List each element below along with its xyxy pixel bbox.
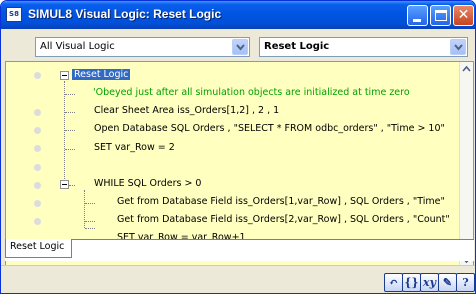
scope-select-value: All Visual Logic [40, 41, 115, 52]
tab-reset-logic[interactable]: Reset Logic [5, 239, 73, 258]
tree-node-reset-logic[interactable]: Reset Logic [72, 69, 131, 80]
tree-connector [85, 228, 95, 229]
breakpoint-dot[interactable] [34, 109, 41, 116]
tree-connector [64, 81, 65, 183]
help-icon[interactable]: ? [456, 273, 475, 292]
simul8-app-icon: S8 [6, 7, 22, 22]
tree-node-comment[interactable]: 'Obeyed just after all simulation object… [93, 87, 410, 98]
undo-icon[interactable]: ↶ [384, 273, 403, 292]
scroll-up-icon[interactable] [460, 62, 473, 76]
tree-connector [85, 221, 95, 222]
logic-section-select[interactable]: Reset Logic [259, 37, 468, 57]
maximize-button[interactable] [430, 5, 451, 26]
breakpoint-dot[interactable] [34, 127, 41, 134]
chevron-down-icon[interactable] [450, 39, 466, 55]
breakpoint-dot[interactable] [34, 218, 41, 225]
tree-node-statement[interactable]: Open Database SQL Orders , "SELECT * FRO… [94, 123, 445, 134]
tree-node-statement[interactable]: Clear Sheet Area iss_Orders[1,2] , 2 , 1 [94, 105, 279, 116]
tree-connector [85, 203, 95, 204]
visual-logic-scope-select[interactable]: All Visual Logic [35, 37, 250, 57]
tree-node-statement[interactable]: Get from Database Field iss_Orders[2,var… [117, 214, 450, 225]
minimize-icon [413, 19, 421, 22]
tree-connector [69, 185, 75, 186]
logic-tree-editor[interactable]: Reset Logic 'Obeyed just after all simul… [5, 61, 474, 268]
tab-label: Reset Logic [10, 241, 65, 252]
collapse-toggle[interactable] [60, 180, 69, 189]
section-select-value: Reset Logic [264, 41, 330, 52]
breakpoint-dot[interactable] [34, 182, 41, 189]
tree-connector [65, 130, 75, 131]
breakpoint-dot[interactable] [34, 164, 41, 171]
tree-connector [84, 190, 85, 228]
tree-connector [65, 112, 75, 113]
maximize-icon [435, 10, 447, 21]
tree-connector [65, 149, 75, 150]
bottom-toolbar: ↶ {} xy ✎ ? [1, 265, 475, 293]
chevron-down-icon[interactable] [232, 39, 248, 55]
xy-icon[interactable]: xy [420, 273, 439, 292]
visual-logic-window: S8 SIMUL8 Visual Logic: Reset Logic ✕ Al… [0, 0, 476, 294]
logic-selector-bar: All Visual Logic Reset Logic [5, 32, 471, 58]
window-title: SIMUL8 Visual Logic: Reset Logic [28, 7, 222, 21]
breakpoint-dot[interactable] [34, 145, 41, 152]
close-icon: ✕ [457, 7, 470, 23]
tree-node-statement[interactable]: Get from Database Field iss_Orders[1,var… [117, 196, 445, 207]
breakpoint-dot[interactable] [34, 200, 41, 207]
tab-strip: Reset Logic [5, 239, 474, 261]
edit-icon[interactable]: ✎ [438, 273, 457, 292]
close-button[interactable]: ✕ [453, 5, 474, 26]
tree-node-statement[interactable]: SET var_Row = 2 [94, 142, 175, 153]
collapse-toggle[interactable] [60, 71, 69, 80]
vertical-scrollbar[interactable] [459, 62, 473, 267]
braces-icon[interactable]: {} [402, 273, 421, 292]
breakpoint-dot[interactable] [34, 72, 41, 79]
tree-node-while-loop[interactable]: WHILE SQL Orders > 0 [94, 178, 201, 189]
minimize-button[interactable] [407, 5, 428, 26]
tree-connector [65, 94, 75, 95]
title-bar[interactable]: S8 SIMUL8 Visual Logic: Reset Logic ✕ [1, 1, 475, 29]
